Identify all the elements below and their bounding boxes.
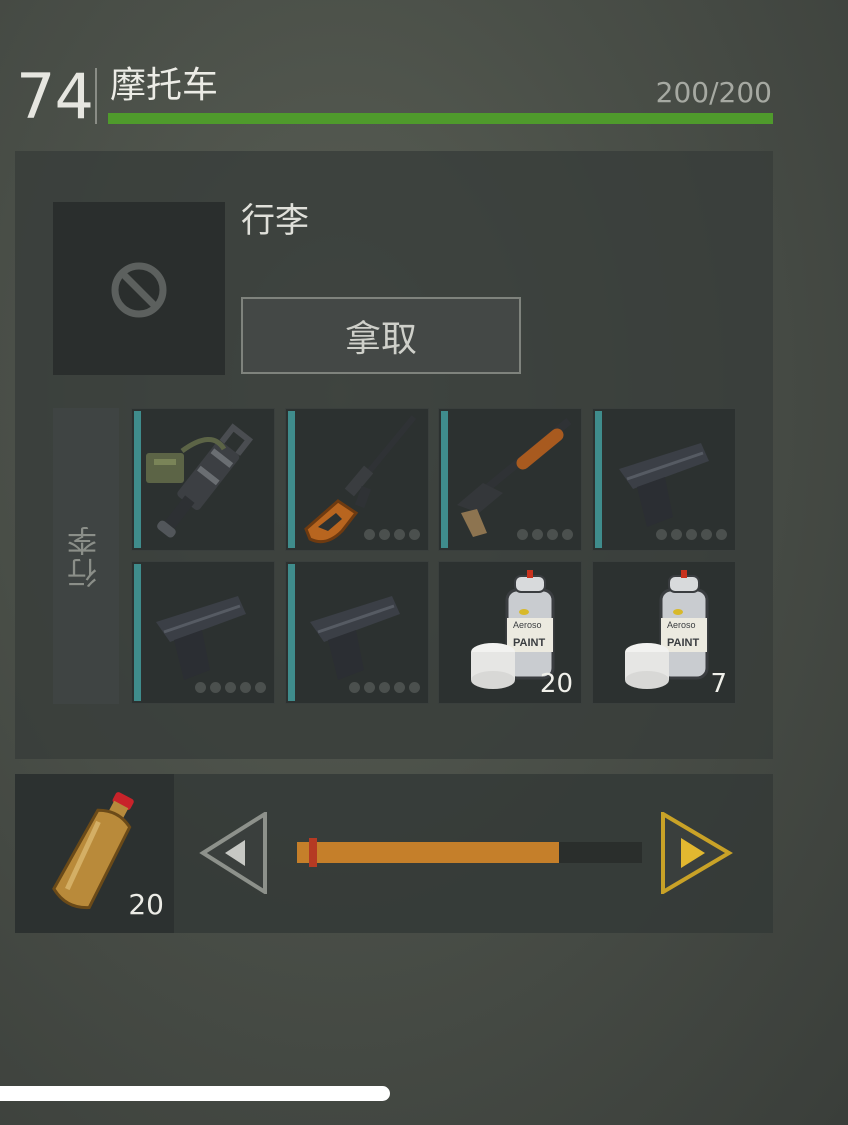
vehicle-name: 摩托车 (110, 65, 219, 106)
can-brand: Aeroso (667, 620, 696, 630)
vehicle-level: 74 (16, 60, 94, 133)
durability-pips (656, 529, 727, 540)
health-bar-fill (108, 113, 773, 124)
minigun-icon (146, 423, 254, 538)
header-divider (95, 68, 97, 124)
container-panel: 行李 拿取 行李 Aeroso PAINT 20 Aeroso PAINT 7 (15, 151, 773, 759)
selected-item-slot[interactable]: 20 (15, 774, 174, 933)
transfer-panel: 20 (15, 774, 773, 933)
durability-pips (364, 529, 420, 540)
tab-luggage[interactable]: 行李 (53, 408, 119, 704)
item-quantity: 7 (710, 669, 727, 699)
blocked-icon (111, 262, 167, 318)
container-preview (53, 202, 225, 375)
increase-arrow-icon[interactable] (659, 812, 733, 894)
decrease-arrow-icon[interactable] (199, 812, 271, 894)
inventory-slot-aerosol-paint[interactable]: Aeroso PAINT 7 (592, 561, 736, 704)
home-indicator[interactable] (0, 1086, 390, 1101)
take-button[interactable]: 拿取 (241, 297, 521, 374)
tab-label: 行李 (68, 524, 103, 588)
durability-pips (517, 529, 573, 540)
can-text: PAINT (513, 637, 545, 649)
container-label: 行李 (241, 201, 309, 241)
durability-pips (349, 682, 420, 693)
inventory-slot-pistol[interactable] (285, 561, 429, 704)
slider-handle[interactable] (309, 838, 317, 867)
durability-pips (195, 682, 266, 693)
inventory-slot-aerosol-paint[interactable]: Aeroso PAINT 20 (438, 561, 582, 704)
can-text: PAINT (667, 637, 699, 649)
inventory-slot-pistol[interactable] (131, 561, 275, 704)
inventory-slot-minigun[interactable] (131, 408, 275, 551)
slider-fill (297, 842, 560, 863)
health-bar (108, 113, 773, 124)
inventory-slot-pistol[interactable] (592, 408, 736, 551)
inventory-slot-sniper-rifle[interactable] (285, 408, 429, 551)
inventory-slot-shotgun[interactable] (438, 408, 582, 551)
item-quantity: 20 (128, 888, 164, 921)
vehicle-header: 74 摩托车 200/200 (0, 60, 848, 133)
can-brand: Aeroso (513, 620, 542, 630)
vehicle-durability: 200/200 (655, 76, 772, 109)
item-quantity: 20 (539, 669, 573, 699)
quantity-slider[interactable] (297, 838, 642, 867)
